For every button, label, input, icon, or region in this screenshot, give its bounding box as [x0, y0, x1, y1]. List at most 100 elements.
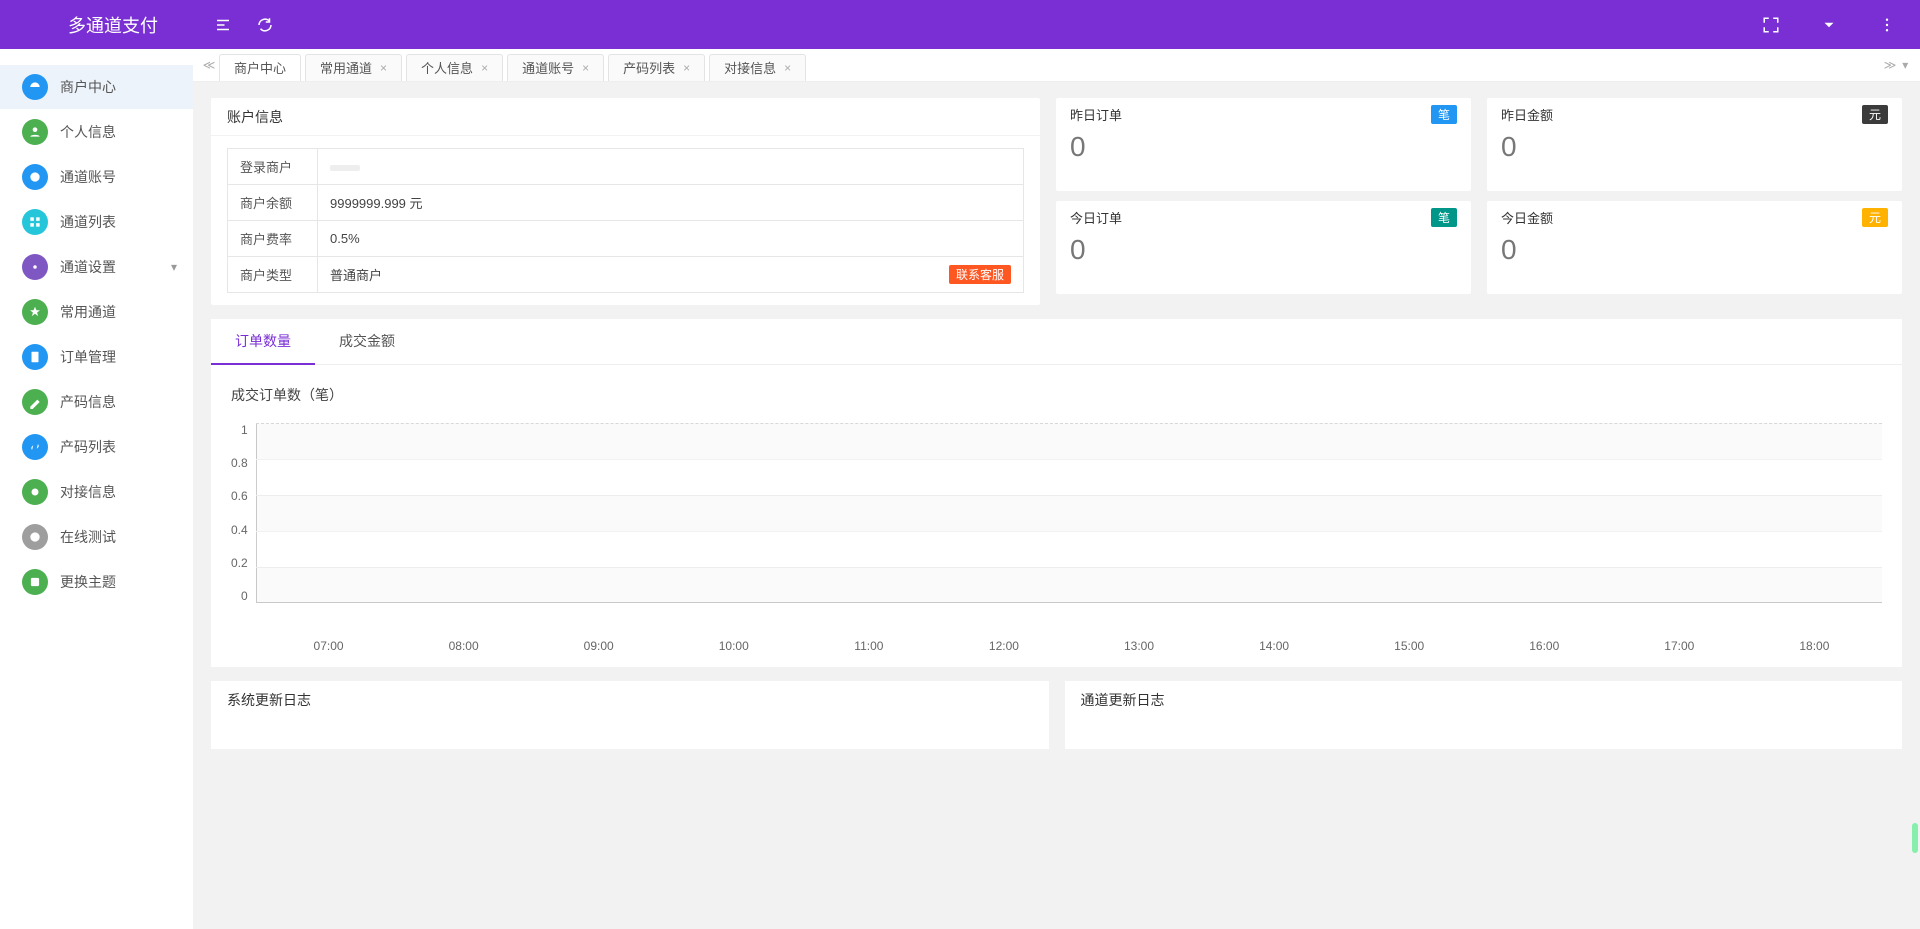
login-merchant-placeholder: [330, 165, 360, 171]
x-tick: 12:00: [936, 639, 1071, 653]
tab-label: 对接信息: [724, 58, 776, 77]
stat-title: 今日金额: [1501, 208, 1553, 227]
account-info-card: 账户信息 登录商户 商户余额 9999999.999 元: [211, 98, 1040, 305]
gear-icon: [22, 479, 48, 505]
stat-badge: 笔: [1431, 208, 1457, 227]
sidebar-item-theme[interactable]: 更换主题: [0, 560, 193, 604]
tab-common-channel[interactable]: 常用通道×: [305, 54, 402, 81]
login-merchant-label: 登录商户: [228, 149, 318, 185]
tab-personal-info[interactable]: 个人信息 ×: [406, 54, 503, 81]
sidebar-item-merchant-center[interactable]: 商户中心: [0, 65, 193, 109]
close-icon[interactable]: ×: [380, 61, 387, 75]
chart-tab-quantity[interactable]: 订单数量: [211, 319, 315, 365]
y-tick: 0.6: [231, 489, 248, 503]
rate-label: 商户费率: [228, 221, 318, 257]
sidebar-item-code-list[interactable]: 产码列表: [0, 425, 193, 469]
sidebar-item-channel-list[interactable]: 通道列表: [0, 200, 193, 244]
content: 账户信息 登录商户 商户余额 9999999.999 元: [193, 82, 1920, 929]
tab-merchant-center[interactable]: 商户中心: [219, 54, 301, 81]
sidebar-item-channel-account[interactable]: 通道账号: [0, 155, 193, 199]
main: ≪ 商户中心 常用通道× 个人信息 × 通道账号 × 产码列表 × 对接信息 × ≫ ▾…: [193, 49, 1920, 929]
type-label: 商户类型: [228, 257, 318, 293]
more-icon[interactable]: [1878, 16, 1896, 34]
x-tick: 07:00: [261, 639, 396, 653]
sidebar-item-channel-settings[interactable]: 通道设置 ▾: [0, 245, 193, 289]
sidebar-item-label: 商户中心: [60, 77, 116, 97]
star-icon: [22, 299, 48, 325]
app-header: 多通道支付: [0, 0, 1920, 49]
stat-yesterday-orders: 昨日订单笔 0: [1056, 98, 1471, 191]
table-row: 登录商户: [228, 149, 1024, 185]
x-tick: 13:00: [1071, 639, 1206, 653]
balance-value: 9999999.999 元: [318, 185, 1024, 221]
chart-x-axis: 07:00 08:00 09:00 10:00 11:00 12:00 13:0…: [261, 633, 1882, 659]
x-tick: 17:00: [1612, 639, 1747, 653]
stat-value: 0: [1056, 131, 1471, 173]
tabs-row: ≪ 商户中心 常用通道× 个人信息 × 通道账号 × 产码列表 × 对接信息 × ≫ ▾: [193, 49, 1920, 82]
tab-label: 商户中心: [234, 58, 286, 77]
sidebar-item-common-channel[interactable]: 常用通道: [0, 290, 193, 334]
sidebar-item-code-info[interactable]: 产码信息: [0, 380, 193, 424]
sidebar-item-integration-info[interactable]: 对接信息: [0, 470, 193, 514]
channel-log-title: 通道更新日志: [1065, 681, 1903, 719]
sidebar: 商户中心 个人信息 通道账号 通道列表 通道设置 ▾ 常用通道 订单管理: [0, 49, 193, 929]
table-row: 商户类型 普通商户 联系客服: [228, 257, 1024, 293]
sidebar-item-label: 产码列表: [60, 437, 116, 457]
tabs-scroll-right[interactable]: ≫ ▾: [1878, 49, 1914, 81]
chart-body: 成交订单数（笔） 1 0.8 0.6 0.4 0.2 0: [211, 365, 1902, 667]
close-icon[interactable]: ×: [481, 61, 488, 75]
sidebar-item-label: 通道账号: [60, 167, 116, 187]
type-value: 普通商户: [330, 265, 382, 284]
x-tick: 14:00: [1207, 639, 1342, 653]
sidebar-item-label: 通道设置: [60, 257, 116, 277]
refresh-icon[interactable]: [256, 16, 274, 34]
link-icon: [22, 434, 48, 460]
chart-title: 成交订单数（笔）: [231, 385, 1882, 405]
fullscreen-icon[interactable]: [1762, 16, 1780, 34]
chart-card: 订单数量 成交金额 成交订单数（笔） 1 0.8 0.6 0.4 0.2 0: [211, 319, 1902, 667]
tab-label: 产码列表: [623, 58, 675, 77]
x-tick: 08:00: [396, 639, 531, 653]
rate-value: 0.5%: [318, 221, 1024, 257]
stat-value: 0: [1487, 234, 1902, 276]
tab-label: 个人信息: [421, 58, 473, 77]
tabs-scroll-left[interactable]: ≪: [199, 49, 219, 81]
stat-value: 0: [1056, 234, 1471, 276]
login-merchant-value: [318, 149, 1024, 185]
stat-badge: 笔: [1431, 105, 1457, 124]
sidebar-item-label: 对接信息: [60, 482, 116, 502]
user-dropdown-icon[interactable]: [1820, 16, 1838, 34]
contact-support-button[interactable]: 联系客服: [949, 265, 1011, 284]
tab-channel-account[interactable]: 通道账号 ×: [507, 54, 604, 81]
tab-code-list[interactable]: 产码列表 ×: [608, 54, 705, 81]
stat-badge: 元: [1862, 208, 1888, 227]
stats-left-col: 昨日订单笔 0 今日订单笔 0: [1056, 98, 1471, 305]
type-cell: 普通商户 联系客服: [318, 257, 1024, 293]
close-icon[interactable]: ×: [683, 61, 690, 75]
sidebar-item-label: 更换主题: [60, 572, 116, 592]
close-icon[interactable]: ×: [582, 61, 589, 75]
chart-y-axis: 1 0.8 0.6 0.4 0.2 0: [231, 423, 256, 603]
pencil-icon: [22, 389, 48, 415]
stat-today-orders: 今日订单笔 0: [1056, 201, 1471, 294]
tab-label: 通道账号: [522, 58, 574, 77]
close-icon[interactable]: ×: [784, 61, 791, 75]
sidebar-item-label: 常用通道: [60, 302, 116, 322]
chart-plot: [256, 423, 1882, 603]
y-tick: 0.2: [231, 556, 248, 570]
chevron-down-icon: ▾: [171, 260, 177, 274]
sidebar-item-personal-info[interactable]: 个人信息: [0, 110, 193, 154]
x-tick: 15:00: [1342, 639, 1477, 653]
header-left-icons: [214, 16, 274, 34]
tab-integration-info[interactable]: 对接信息 ×: [709, 54, 806, 81]
sidebar-item-online-test[interactable]: ¥ 在线测试: [0, 515, 193, 559]
tabs-menu-icon[interactable]: ▾: [1902, 58, 1908, 72]
scrollbar[interactable]: [1912, 823, 1918, 853]
chart-tab-amount[interactable]: 成交金额: [315, 319, 419, 364]
dashboard-icon: [22, 74, 48, 100]
sidebar-item-order-mgmt[interactable]: 订单管理: [0, 335, 193, 379]
y-tick: 0.4: [231, 523, 248, 537]
stat-value: 0: [1487, 131, 1902, 173]
account-icon: [22, 164, 48, 190]
menu-toggle-icon[interactable]: [214, 16, 232, 34]
